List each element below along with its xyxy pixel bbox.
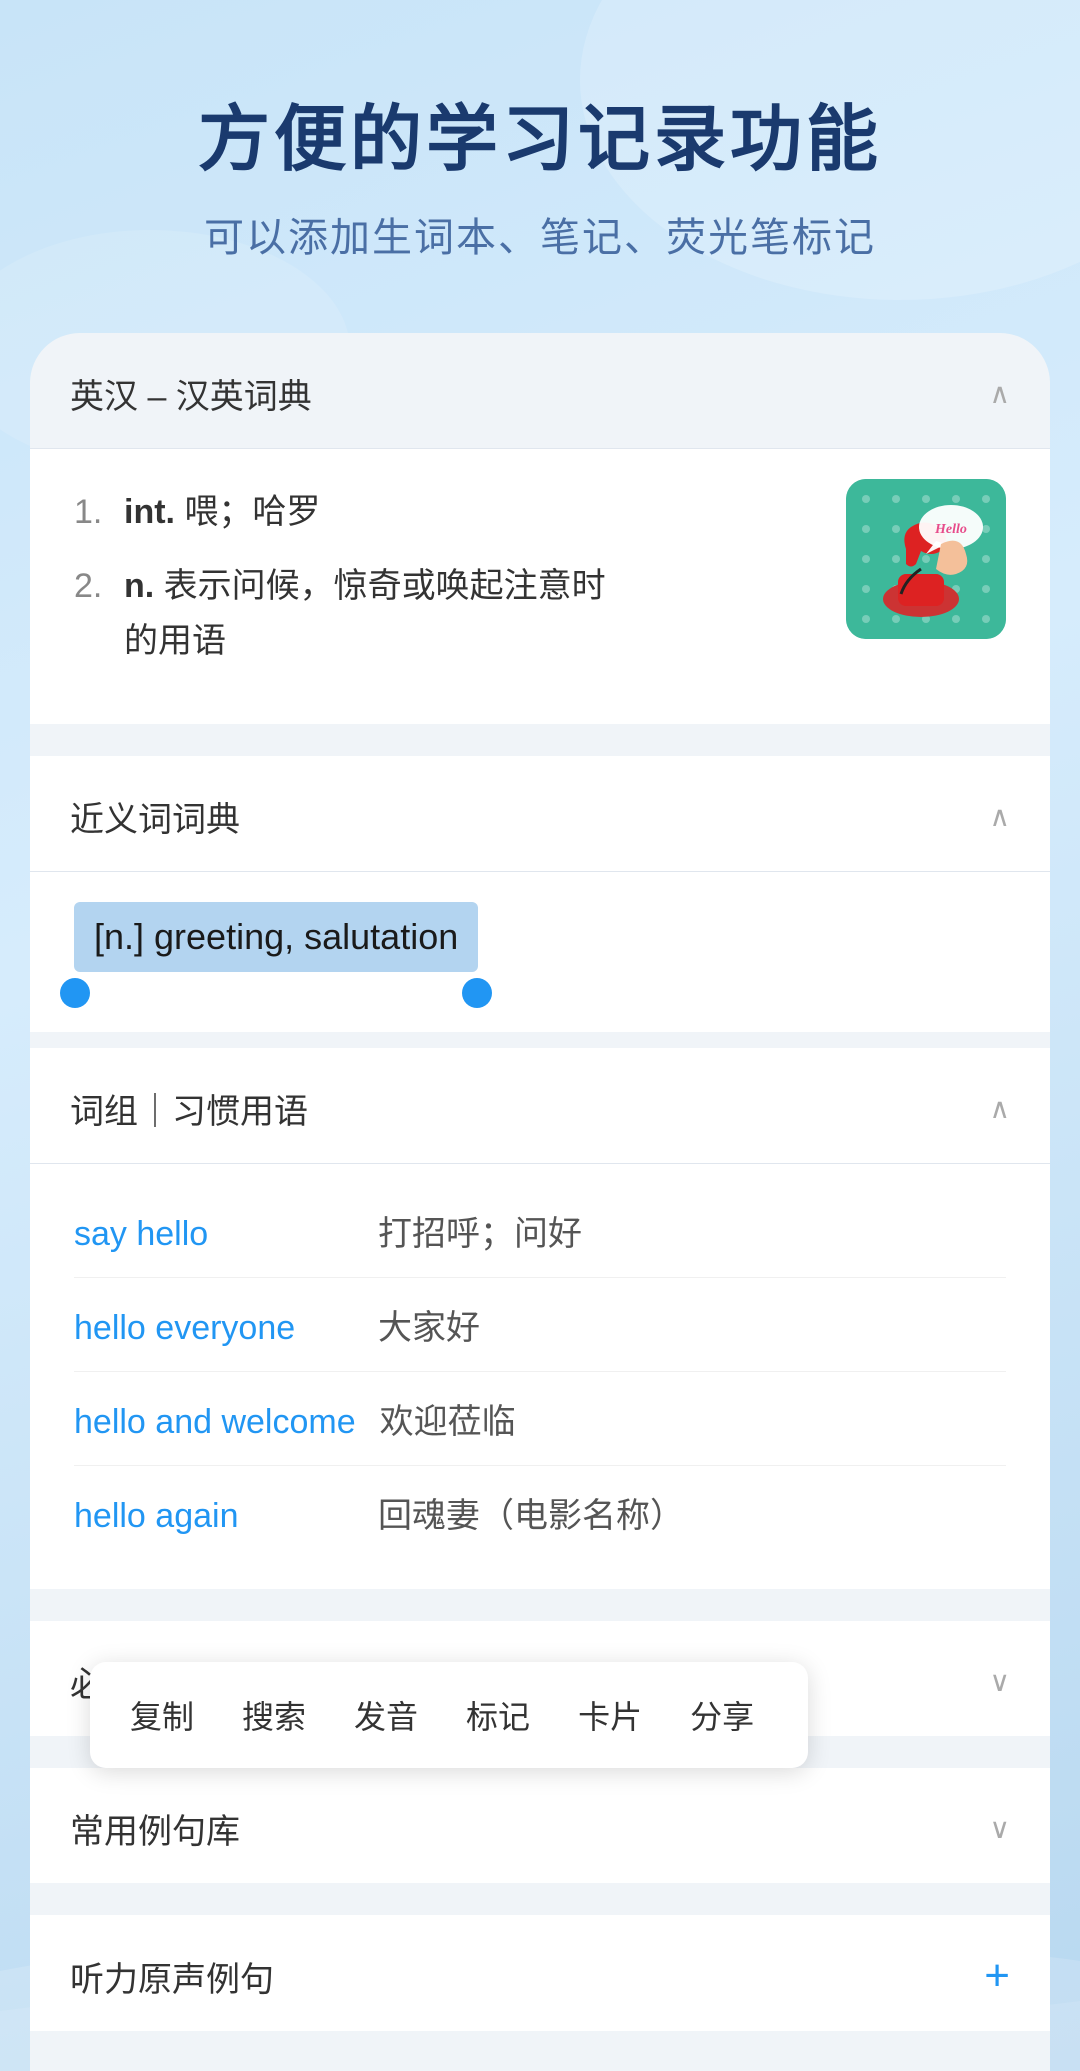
dictionary-chevron-icon: ∧ [990,377,1011,410]
context-menu-copy[interactable]: 复制 [120,1682,218,1748]
context-menu: 复制 搜索 发音 标记 卡片 分享 [90,1662,808,1768]
phrases-content: say hello 打招呼；问好 hello everyone 大家好 hell… [30,1164,1050,1589]
hello-image: Hello [846,479,1006,639]
synonym-chevron-icon: ∧ [990,800,1011,833]
header: 方便的学习记录功能 可以添加生词本、笔记、荧光笔标记 [0,0,1080,303]
phrase-item-1[interactable]: say hello 打招呼；问好 [74,1184,1006,1278]
phrase-en-2: hello everyone [74,1309,354,1348]
gap-2 [30,1032,1050,1048]
gap-3 [30,1589,1050,1605]
gap-1 [30,740,1050,756]
phrase-en-4: hello again [74,1497,354,1536]
tingli-section: 听力原声例句 + [30,1915,1050,2031]
phrases-chevron-icon: ∧ [990,1092,1011,1125]
dictionary-section-title: 英汉 – 汉英词典 [70,369,312,418]
page-title: 方便的学习记录功能 [60,80,1020,185]
phrase-en-1: say hello [74,1215,354,1254]
tingli-section-header[interactable]: 听力原声例句 + [30,1915,1050,2031]
highlighted-synonym-text[interactable]: [n.] greeting, salutation [74,902,478,972]
main-card: 英汉 – 汉英词典 ∧ [30,333,1050,2071]
dictionary-content: Hello 1. int. 喂；哈罗 2. n. 表示问候，惊奇或唤起注意时的用… [30,449,1050,724]
phrase-en-3: hello and welcome [74,1403,356,1442]
svg-text:Hello: Hello [934,522,967,537]
phrase-zh-4: 回魂妻（电影名称） [378,1488,684,1537]
tingli-section-title: 听力原声例句 [70,1952,274,2001]
context-menu-search[interactable]: 搜索 [218,1682,330,1748]
selection-handle-left [60,978,90,1008]
synonym-section-title: 近义词词典 [70,792,240,841]
phrase-zh-1: 打招呼；问好 [378,1206,582,1255]
gap-5 [30,1883,1050,1899]
changyong-section: 常用例句库 ∨ [30,1768,1050,1883]
biying-chevron-icon: ∨ [990,1665,1011,1698]
context-menu-pronounce[interactable]: 发音 [330,1682,442,1748]
phrase-item-2[interactable]: hello everyone 大家好 [74,1278,1006,1372]
phrase-zh-3: 欢迎莅临 [380,1394,516,1443]
changyong-chevron-icon: ∨ [990,1812,1011,1845]
synonym-section-header[interactable]: 近义词词典 ∧ [30,756,1050,872]
dictionary-section-header[interactable]: 英汉 – 汉英词典 ∧ [30,333,1050,449]
context-menu-mark[interactable]: 标记 [442,1682,554,1748]
phrases-section-header[interactable]: 词组｜习惯用语 ∧ [30,1048,1050,1164]
phrase-zh-2: 大家好 [378,1300,480,1349]
tingli-plus-button[interactable]: + [984,1951,1010,2001]
phrase-item-4[interactable]: hello again 回魂妻（电影名称） [74,1466,1006,1559]
phrase-item-3[interactable]: hello and welcome 欢迎莅临 [74,1372,1006,1466]
page-subtitle: 可以添加生词本、笔记、荧光笔标记 [60,205,1020,263]
synonym-content: [n.] greeting, salutation [30,872,1050,1032]
selection-handle-right [462,978,492,1008]
changyong-section-header[interactable]: 常用例句库 ∨ [30,1768,1050,1883]
changyong-section-title: 常用例句库 [70,1804,240,1853]
context-menu-share[interactable]: 分享 [666,1682,778,1748]
phrases-section-title: 词组｜习惯用语 [70,1084,308,1133]
context-menu-card[interactable]: 卡片 [554,1682,666,1748]
